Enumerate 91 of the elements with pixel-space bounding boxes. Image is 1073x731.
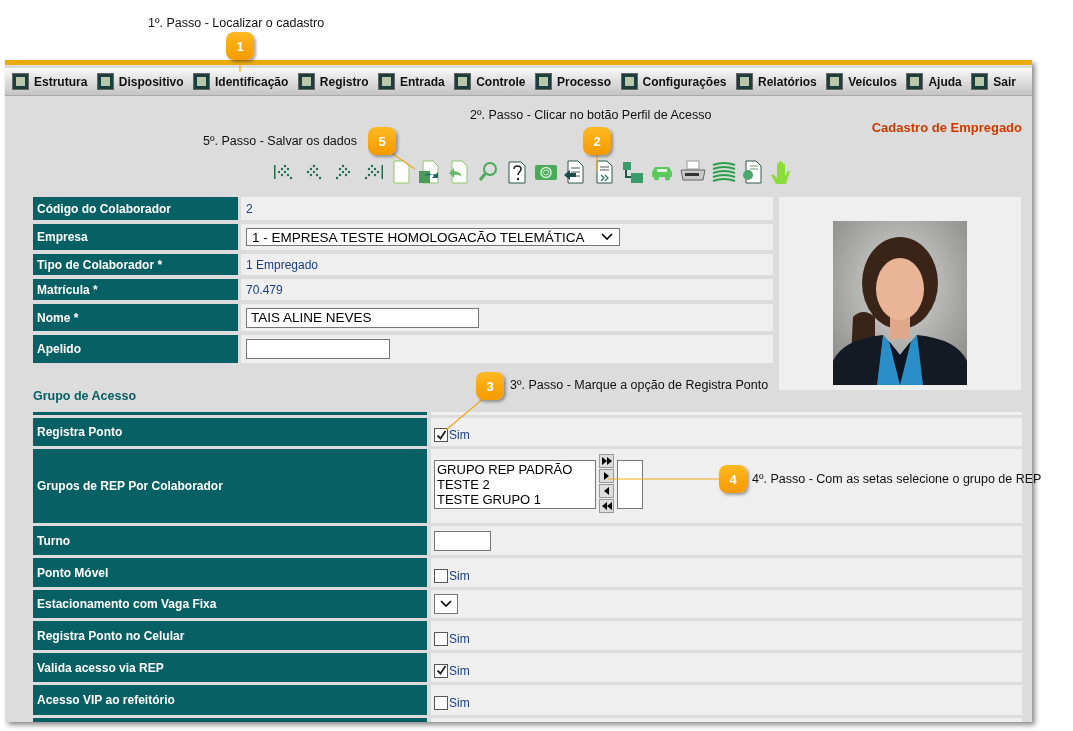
checkbox-label[interactable]: Sim (449, 696, 470, 710)
arrow-left-icon (604, 486, 609, 495)
step-badge: 2 (583, 127, 611, 155)
menu-item[interactable]: Entrada (378, 73, 445, 90)
menu-item[interactable]: Dispositivo (96, 73, 184, 90)
tile-icon (193, 73, 210, 90)
available-list[interactable]: GRUPO REP PADRÃO TESTE 2 TESTE GRUPO 1 (434, 459, 596, 509)
field-label: Matrícula * (33, 279, 238, 300)
text-field[interactable] (434, 530, 491, 551)
checkbox-label[interactable]: Sim (449, 428, 470, 442)
list-option[interactable]: TESTE GRUPO 1 (437, 491, 593, 507)
step-caption: 5º. Passo - Salvar os dados (203, 134, 357, 148)
leader-line (596, 154, 598, 172)
field-value: 2 (246, 201, 253, 216)
printer-icon[interactable] (679, 160, 707, 184)
double-arrow-right-icon (601, 456, 612, 465)
step-badge: 1 (226, 32, 254, 60)
dropdown[interactable] (434, 594, 458, 614)
checkbox[interactable] (434, 428, 448, 442)
step-badge: 5 (368, 127, 396, 155)
checkbox[interactable] (434, 568, 448, 583)
tile-icon (736, 73, 754, 90)
menu-item[interactable]: Registro (297, 73, 369, 90)
step-caption: 1º. Passo - Localizar o cadastro (148, 16, 325, 30)
field-label: Tipo de Colaborador * (33, 254, 238, 275)
section-title: Grupo de Acesso (33, 389, 138, 405)
checkbox-label[interactable]: Sim (449, 631, 470, 646)
field-label: Valida acesso via REP (33, 653, 427, 682)
document-globe-icon[interactable] (741, 160, 765, 184)
checkbox[interactable] (434, 696, 448, 710)
menu-item[interactable]: Sair (971, 73, 1016, 90)
step-caption: 4º. Passo - Com as setas selecione o grupo de REP (752, 472, 1042, 486)
chevron-icon (440, 600, 452, 608)
menu-item[interactable]: Veículos (826, 73, 897, 90)
menu-item[interactable]: Controle (454, 73, 526, 90)
field-label: Registra Ponto no Celular (33, 621, 427, 650)
tile-icon (378, 73, 395, 90)
checkbox[interactable] (434, 663, 448, 678)
move-all-right-button[interactable] (599, 453, 614, 468)
menu-item[interactable]: Ajuda (906, 73, 962, 90)
field-label: Apelido (33, 335, 238, 363)
chevron-icon (601, 233, 613, 241)
field-label: Turno (33, 526, 427, 555)
page-title: Cadastro de Empregado (870, 120, 1023, 136)
tile-icon (96, 73, 114, 90)
field-label: Código do Colaborador (33, 197, 238, 220)
menu-item[interactable]: Relatórios (736, 73, 817, 90)
step-caption: 2º. Passo - Clicar no botão Perfil de Acesso (470, 108, 712, 122)
move-right-button[interactable] (599, 468, 614, 483)
text-field[interactable] (246, 339, 390, 359)
step-badge: 3 (476, 372, 504, 400)
field-value: 1 Empregado (246, 257, 319, 272)
move-all-left-button[interactable] (599, 498, 614, 513)
leader-line (445, 397, 485, 431)
menu-item[interactable]: Configurações (620, 73, 727, 90)
tree-icon[interactable] (621, 160, 645, 184)
tile-icon (297, 73, 315, 90)
company-dropdown[interactable]: 1 - EMPRESA TESTE HOMOLOGACÃO TELEMÁTICA (246, 228, 620, 246)
menu-item[interactable]: Identificação (193, 73, 289, 90)
field-label: Grupos de REP Por Colaborador (33, 449, 427, 523)
menu-item[interactable]: Processo (535, 73, 612, 90)
tile-icon (535, 73, 552, 90)
checkbox-label[interactable]: Sim (449, 568, 470, 583)
move-left-button[interactable] (599, 483, 614, 498)
selected-list[interactable] (617, 459, 643, 509)
double-arrow-left-icon (601, 501, 612, 510)
tile-icon (826, 73, 844, 90)
document-arrow-icon[interactable] (418, 160, 442, 184)
field-label: Ponto Móvel (33, 558, 427, 587)
field-label: Acesso VIP ao refeitório (33, 685, 427, 715)
help-icon[interactable] (505, 160, 529, 184)
field-label: Estacionamento com Vaga Fixa (33, 590, 427, 618)
tile-icon (454, 73, 472, 90)
arrow-right-icon (604, 471, 609, 480)
checkbox[interactable] (434, 631, 448, 646)
menu-item[interactable]: Estrutura (12, 73, 88, 90)
field-label: Empresa (33, 224, 238, 250)
document-import-icon[interactable] (563, 160, 587, 184)
list-option[interactable]: GRUPO REP PADRÃO (437, 461, 593, 477)
list-option[interactable]: TESTE 2 (437, 476, 593, 492)
checkbox-label[interactable]: Sim (449, 663, 470, 678)
step-badge: 4 (719, 465, 747, 493)
text-field[interactable]: TAIS ALINE NEVES (246, 307, 479, 328)
field-value: 70.479 (246, 282, 283, 297)
step-caption: 3º. Passo - Marque a opção de Registra Ponto (510, 378, 769, 392)
tile-icon (12, 73, 29, 90)
tile-icon (971, 73, 989, 90)
field-label: Registra Ponto (33, 418, 427, 446)
tile-icon (620, 73, 638, 90)
tile-icon (906, 73, 924, 90)
field-label: Nome * (33, 304, 238, 331)
